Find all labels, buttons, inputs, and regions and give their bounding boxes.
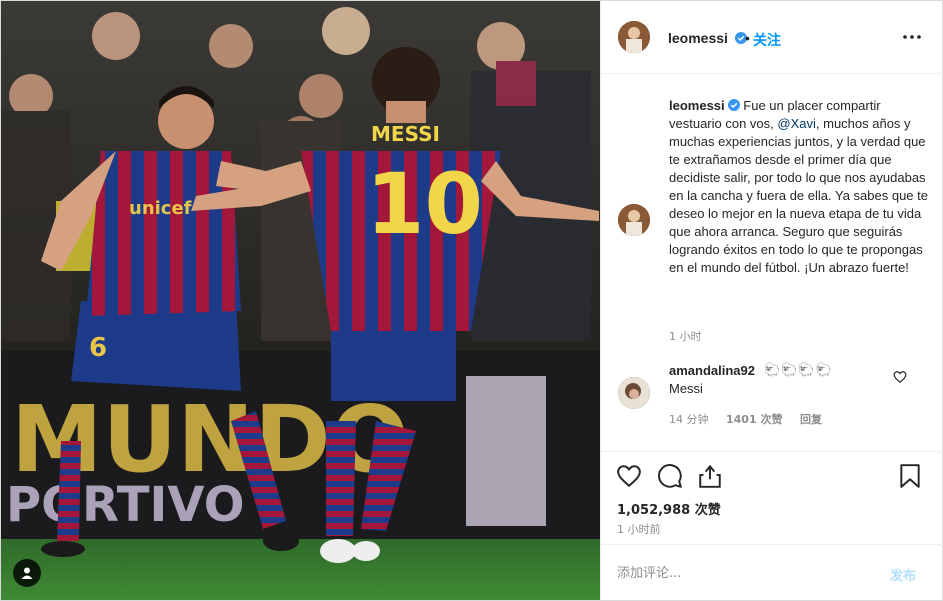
user-tag-icon xyxy=(21,567,33,579)
post-side-panel: leomessi • 关注 leomessi Fue un placer com… xyxy=(600,1,943,600)
comment-bubble-icon[interactable] xyxy=(657,463,683,489)
post-caption: leomessi Fue un placer compartir vestuar… xyxy=(669,97,931,277)
header-username-text[interactable]: leomessi xyxy=(668,30,728,46)
svg-text:6: 6 xyxy=(89,333,107,363)
post-actions: 1,052,988 次赞 1 小时前 xyxy=(601,451,943,544)
comments-list[interactable]: leomessi Fue un placer compartir vestuar… xyxy=(601,74,943,451)
share-icon[interactable] xyxy=(697,463,723,489)
svg-text:unicef: unicef xyxy=(129,198,192,219)
header-username[interactable]: leomessi xyxy=(668,30,747,46)
photo-illustration: MUNDO PORTIVO unicef 6 MESSI 10 xyxy=(1,1,600,600)
svg-text:10: 10 xyxy=(366,155,483,253)
avatar-image xyxy=(618,21,650,53)
reply-timestamp[interactable]: 14 分钟 xyxy=(669,413,709,426)
reply-emoji: 🐑🐑🐑🐑 xyxy=(764,362,833,377)
bookmark-save-icon[interactable] xyxy=(897,463,923,489)
comment-like-heart-icon[interactable] xyxy=(893,370,907,384)
caption-mention-link[interactable]: @Xavi xyxy=(777,116,816,131)
likes-count[interactable]: 1,052,988 次赞 xyxy=(617,499,721,518)
reply-likes[interactable]: 1401 次赞 xyxy=(726,413,782,426)
add-comment-bar: 发布 xyxy=(601,544,943,600)
avatar-image xyxy=(618,377,650,409)
header-separator: • xyxy=(745,30,750,46)
caption-timestamp[interactable]: 1 小时 xyxy=(669,328,702,344)
post-header: leomessi • 关注 xyxy=(601,1,943,74)
reply-meta: 14 分钟 1401 次赞 回复 xyxy=(669,411,836,427)
caption-text-after: , muchos años y muchas experiencias junt… xyxy=(669,116,928,275)
reply-text: Messi xyxy=(669,381,703,396)
svg-text:MESSI: MESSI xyxy=(371,122,440,146)
like-heart-icon[interactable] xyxy=(616,463,642,489)
verified-badge-icon xyxy=(727,99,740,111)
user-tag-button[interactable] xyxy=(13,559,41,587)
svg-text:PORTIVO: PORTIVO xyxy=(6,477,245,533)
caption-avatar[interactable] xyxy=(618,204,650,236)
follow-button[interactable]: 关注 xyxy=(753,30,781,50)
avatar[interactable] xyxy=(618,21,650,53)
reply-avatar[interactable] xyxy=(618,377,650,409)
post-timestamp[interactable]: 1 小时前 xyxy=(617,521,661,537)
caption-username[interactable]: leomessi xyxy=(669,98,725,113)
reply-username[interactable]: amandalina92 xyxy=(669,363,755,378)
post-photo[interactable]: MUNDO PORTIVO unicef 6 MESSI 10 xyxy=(1,1,600,600)
avatar-image xyxy=(618,204,650,236)
instagram-post: MUNDO PORTIVO unicef 6 MESSI 10 leomessi… xyxy=(0,0,943,601)
post-comment-button[interactable]: 发布 xyxy=(890,565,916,584)
add-comment-input[interactable] xyxy=(617,563,877,583)
more-horizontal-icon[interactable] xyxy=(902,27,922,47)
reply-button[interactable]: 回复 xyxy=(800,413,822,426)
